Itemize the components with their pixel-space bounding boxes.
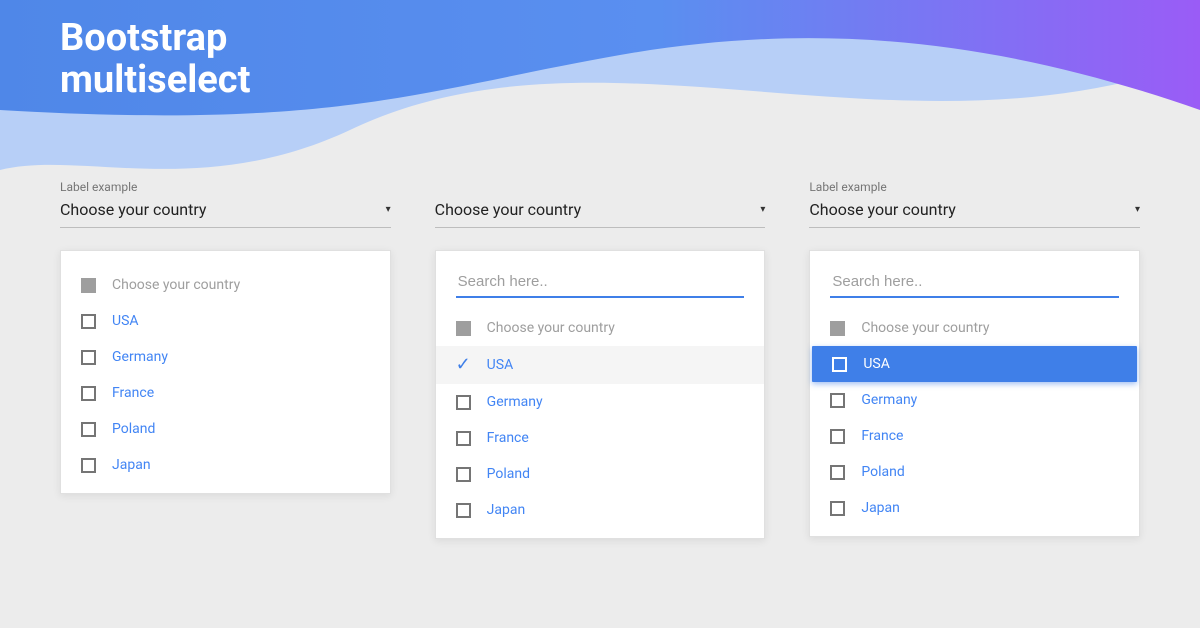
search-input[interactable] bbox=[830, 267, 1119, 298]
option-label: Japan bbox=[487, 502, 526, 518]
option-france[interactable]: France bbox=[810, 418, 1139, 454]
option-label: Germany bbox=[487, 394, 543, 410]
search-input[interactable] bbox=[456, 267, 745, 298]
checkbox-icon bbox=[81, 278, 96, 293]
select-placeholder: Choose your country bbox=[435, 200, 582, 219]
checkbox-icon bbox=[830, 501, 845, 516]
option-label: Germany bbox=[861, 392, 917, 408]
multiselect-search-highlight: Label example Choose your country ▾ Choo… bbox=[809, 180, 1140, 539]
option-germany[interactable]: Germany bbox=[810, 382, 1139, 418]
select-trigger[interactable]: Choose your country ▾ bbox=[809, 200, 1140, 228]
checkbox-icon bbox=[456, 395, 471, 410]
checkbox-icon bbox=[81, 350, 96, 365]
option-label: Poland bbox=[487, 466, 530, 482]
option-japan[interactable]: Japan bbox=[436, 492, 765, 528]
option-france[interactable]: France bbox=[61, 375, 390, 411]
option-label: Poland bbox=[112, 421, 155, 437]
chevron-down-icon: ▾ bbox=[386, 204, 391, 215]
option-label: USA bbox=[112, 313, 139, 329]
checkbox-icon bbox=[830, 465, 845, 480]
select-placeholder: Choose your country bbox=[60, 200, 207, 219]
multiselect-search-check: . Choose your country ▾ Choose your coun… bbox=[435, 180, 766, 539]
checkbox-icon bbox=[81, 422, 96, 437]
option-label: Japan bbox=[861, 500, 900, 516]
option-label: Germany bbox=[112, 349, 168, 365]
checkbox-icon bbox=[830, 321, 845, 336]
check-icon: ✓ bbox=[456, 356, 471, 374]
select-placeholder: Choose your country bbox=[809, 200, 956, 219]
option-label: Choose your country bbox=[487, 320, 615, 336]
option-label: USA bbox=[863, 356, 890, 372]
checkbox-icon bbox=[830, 393, 845, 408]
checkbox-icon bbox=[830, 429, 845, 444]
checkbox-icon bbox=[81, 314, 96, 329]
option-label: France bbox=[487, 430, 529, 446]
option-germany[interactable]: Germany bbox=[436, 384, 765, 420]
option-usa[interactable]: USA bbox=[61, 303, 390, 339]
option-poland[interactable]: Poland bbox=[436, 456, 765, 492]
option-france[interactable]: France bbox=[436, 420, 765, 456]
option-placeholder: Choose your country bbox=[436, 310, 765, 346]
option-poland[interactable]: Poland bbox=[810, 454, 1139, 490]
option-label: France bbox=[112, 385, 154, 401]
select-trigger[interactable]: Choose your country ▾ bbox=[435, 200, 766, 228]
label-example: Label example bbox=[60, 180, 391, 194]
checkbox-icon bbox=[456, 431, 471, 446]
option-usa[interactable]: USA bbox=[812, 346, 1137, 382]
checkbox-icon bbox=[81, 386, 96, 401]
option-label: USA bbox=[487, 357, 514, 373]
option-germany[interactable]: Germany bbox=[61, 339, 390, 375]
option-placeholder: Choose your country bbox=[810, 310, 1139, 346]
option-label: Choose your country bbox=[112, 277, 240, 293]
option-label: France bbox=[861, 428, 903, 444]
option-label: Choose your country bbox=[861, 320, 989, 336]
checkbox-icon bbox=[832, 357, 847, 372]
select-trigger[interactable]: Choose your country ▾ bbox=[60, 200, 391, 228]
option-placeholder: Choose your country bbox=[61, 267, 390, 303]
chevron-down-icon: ▾ bbox=[1135, 204, 1140, 215]
option-usa[interactable]: ✓ USA bbox=[436, 346, 765, 384]
label-example: Label example bbox=[809, 180, 1140, 194]
option-poland[interactable]: Poland bbox=[61, 411, 390, 447]
dropdown-panel: Choose your country USA Germany France P… bbox=[60, 250, 391, 494]
option-japan[interactable]: Japan bbox=[61, 447, 390, 483]
option-label: Japan bbox=[112, 457, 151, 473]
option-label: Poland bbox=[861, 464, 904, 480]
option-japan[interactable]: Japan bbox=[810, 490, 1139, 526]
chevron-down-icon: ▾ bbox=[760, 204, 765, 215]
checkbox-icon bbox=[456, 321, 471, 336]
dropdown-panel: Choose your country USA Germany France P… bbox=[809, 250, 1140, 537]
checkbox-icon bbox=[456, 503, 471, 518]
checkbox-icon bbox=[456, 467, 471, 482]
checkbox-icon bbox=[81, 458, 96, 473]
page-title: Bootstrap multiselect bbox=[60, 18, 250, 102]
multiselect-basic: Label example Choose your country ▾ Choo… bbox=[60, 180, 391, 539]
dropdown-panel: Choose your country ✓ USA Germany France… bbox=[435, 250, 766, 539]
